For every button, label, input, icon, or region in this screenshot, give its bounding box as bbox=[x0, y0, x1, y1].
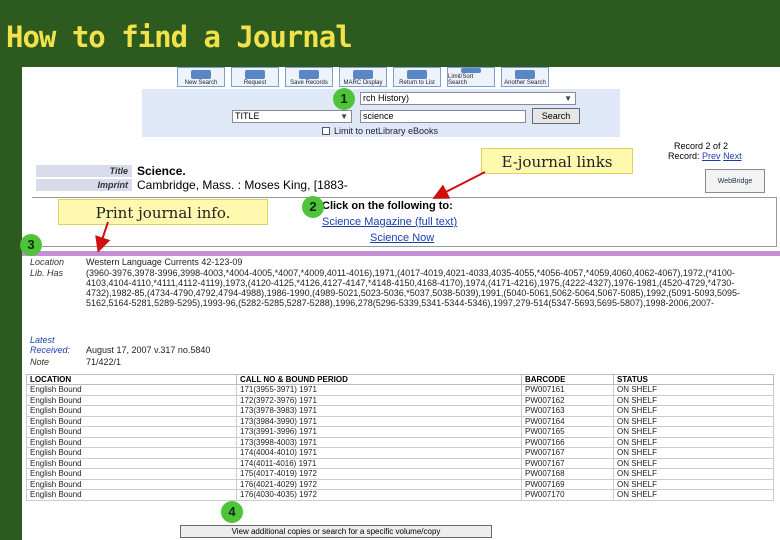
arrow-to-print-info bbox=[95, 221, 111, 253]
callout-arrows bbox=[95, 171, 486, 253]
arrow-to-ejournal-links bbox=[432, 171, 486, 199]
